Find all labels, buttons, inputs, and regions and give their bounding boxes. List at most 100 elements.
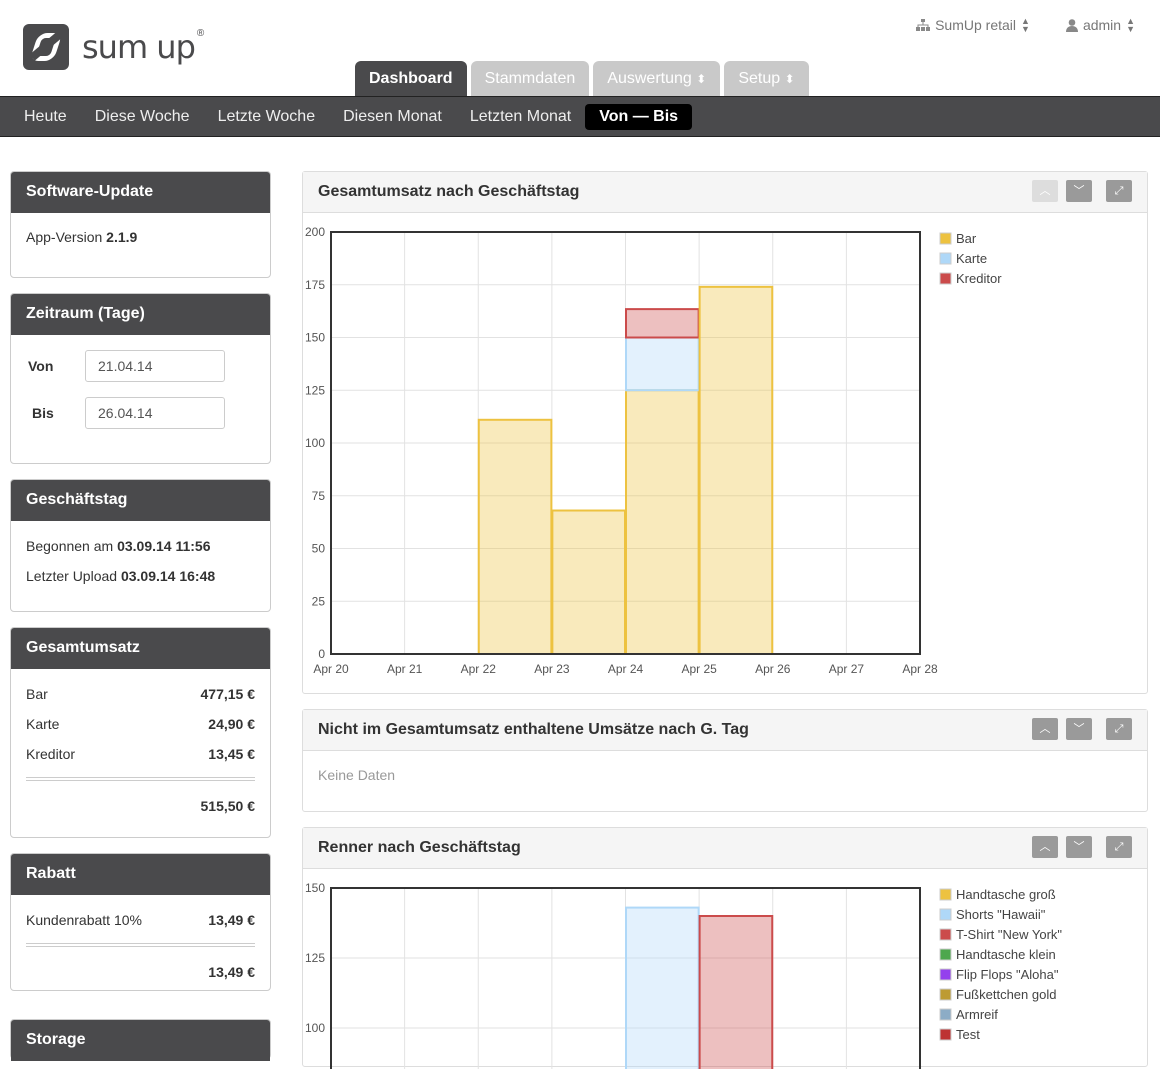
umsatz-total-row: 515,50 € (26, 791, 256, 821)
legend-swatch (939, 928, 952, 941)
legend-swatch (939, 888, 952, 901)
expand-icon[interactable]: ⤢ (1106, 836, 1132, 858)
x-tick-label: Apr 26 (755, 662, 791, 676)
store-name: SumUp retail (935, 17, 1017, 33)
panel-title: Gesamtumsatz (11, 628, 270, 669)
panel-zeitraum: Zeitraum (Tage) Von 21.04.14 Bis 26.04.1… (10, 293, 271, 464)
chevron-up-icon[interactable]: ︿ (1032, 836, 1058, 858)
panel-title: Storage (11, 1020, 270, 1061)
sort-icon: ▲ ▼ (1021, 16, 1030, 34)
x-tick-label: Apr 27 (829, 662, 865, 676)
bar (625, 389, 700, 655)
umsatz-row-bar: Bar 477,15 € (26, 679, 255, 709)
main-tabs: Dashboard Stammdaten Auswertung ⬍ Setup … (355, 61, 809, 96)
widget-renner-chart: Renner nach Geschäftstag ︿ ﹀ ⤢ 100 125 150… (302, 827, 1148, 1069)
legend-label: Kreditor (956, 271, 1002, 286)
tab-dashboard[interactable]: Dashboard (355, 61, 467, 96)
chevron-down-icon[interactable]: ﹀ (1066, 180, 1092, 202)
chevron-up-icon[interactable]: ︿ (1032, 180, 1058, 202)
legend-swatch (939, 988, 952, 1001)
y-tick-label: 50 (312, 542, 326, 556)
bar (625, 308, 700, 339)
begonnen-value: 03.09.14 11:56 (117, 538, 211, 554)
total-value: 515,50 € (200, 798, 256, 814)
von-date-input[interactable]: 21.04.14 (85, 350, 225, 382)
total-value: 13,49 € (208, 964, 255, 980)
rabatt-total-row: 13,49 € (26, 957, 255, 987)
umsatz-row-karte: Karte 24,90 € (26, 709, 255, 739)
chevron-down-icon[interactable]: ﹀ (1066, 718, 1092, 740)
widget-gesamtumsatz-chart: Gesamtumsatz nach Geschäftstag ︿ ﹀ ⤢ 0 25… (302, 171, 1148, 694)
legend-label: Handtasche groß (956, 887, 1056, 902)
user-icon (1065, 18, 1078, 32)
user-menu[interactable]: admin ▲ ▼ (1065, 16, 1135, 34)
legend-label: Fußkettchen gold (956, 987, 1056, 1002)
panel-rabatt: Rabatt Kundenrabatt 10% 13,49 € 13,49 € (10, 853, 271, 991)
divider (26, 943, 255, 947)
legend-swatch (939, 252, 952, 265)
legend-label: Flip Flops "Aloha" (956, 967, 1059, 982)
tab-setup[interactable]: Setup ⬍ (724, 61, 809, 96)
app-version-value: 2.1.9 (106, 229, 138, 245)
legend-swatch (939, 1028, 952, 1041)
bar (477, 418, 553, 655)
chevron-down-icon[interactable]: ﹀ (1066, 836, 1092, 858)
sort-icon: ▲ ▼ (1126, 16, 1135, 34)
row-label: Karte (26, 716, 60, 732)
brand-name: sum up (82, 28, 196, 66)
x-tick-label: Apr 20 (313, 662, 349, 676)
nav-heute[interactable]: Heute (10, 104, 81, 130)
row-label: Bar (26, 686, 48, 702)
widget-nicht-enthalten: Nicht im Gesamtumsatz enthaltene Umsätze… (302, 709, 1148, 812)
legend-label: Test (956, 1027, 980, 1042)
legend-label: Bar (956, 231, 977, 246)
rabatt-row: Kundenrabatt 10% 13,49 € (26, 905, 255, 935)
panel-title: Software-Update (11, 172, 270, 213)
chevron-up-icon[interactable]: ︿ (1032, 718, 1058, 740)
y-tick-label: 75 (312, 489, 326, 503)
tab-stammdaten[interactable]: Stammdaten (470, 61, 590, 96)
bar (551, 509, 626, 655)
bar (698, 285, 774, 656)
panel-gesamtumsatz: Gesamtumsatz Bar 477,15 € Karte 24,90 € Kr… (10, 627, 271, 838)
y-tick-label: 100 (305, 436, 325, 450)
nav-diese-woche[interactable]: Diese Woche (81, 104, 204, 130)
sumup-logo[interactable]: sum up ® (23, 24, 204, 70)
legend-label: Karte (956, 251, 987, 266)
legend-label: Armreif (956, 1007, 998, 1022)
sitemap-icon (916, 19, 931, 31)
x-tick-label: Apr 22 (461, 662, 497, 676)
tab-auswertung[interactable]: Auswertung ⬍ (593, 61, 721, 96)
nav-letzte-woche[interactable]: Letzte Woche (204, 104, 330, 130)
bis-date-input[interactable]: 26.04.14 (85, 397, 225, 429)
nav-diesen-monat[interactable]: Diesen Monat (329, 104, 456, 130)
y-tick-label: 150 (305, 331, 325, 345)
expand-icon[interactable]: ⤢ (1106, 718, 1132, 740)
row-value: 24,90 € (208, 716, 255, 732)
x-tick-label: Apr 21 (387, 662, 423, 676)
panel-software-update: Software-Update App-Version 2.1.9 (10, 171, 271, 278)
bis-label: Bis (32, 405, 54, 421)
nav-von-bis[interactable]: Von — Bis (585, 103, 693, 130)
sort-icon: ⬍ (784, 72, 795, 86)
store-selector[interactable]: SumUp retail ▲ ▼ (916, 16, 1030, 34)
legend-swatch (939, 968, 952, 981)
bar (625, 336, 700, 392)
legend-swatch (939, 948, 952, 961)
panel-title: Geschäftstag (11, 480, 270, 521)
legend-swatch (939, 1008, 952, 1021)
tab-label: Setup (738, 70, 781, 87)
row-label: Kundenrabatt 10% (26, 912, 142, 928)
period-navbar: Heute Diese Woche Letzte Woche Diesen Mo… (0, 96, 1160, 137)
widget-title: Nicht im Gesamtumsatz enthaltene Umsätze… (318, 721, 749, 738)
bar (698, 915, 774, 1069)
tab-label: Auswertung (607, 70, 692, 87)
tab-label: Dashboard (369, 70, 453, 87)
nav-letzten-monat[interactable]: Letzten Monat (456, 104, 585, 130)
row-value: 13,45 € (208, 746, 255, 762)
y-tick-label: 125 (305, 383, 325, 397)
expand-icon[interactable]: ⤢ (1106, 180, 1132, 202)
legend-label: Handtasche klein (956, 947, 1056, 962)
brand-reg: ® (196, 27, 205, 39)
y-tick-label: 0 (318, 647, 325, 661)
